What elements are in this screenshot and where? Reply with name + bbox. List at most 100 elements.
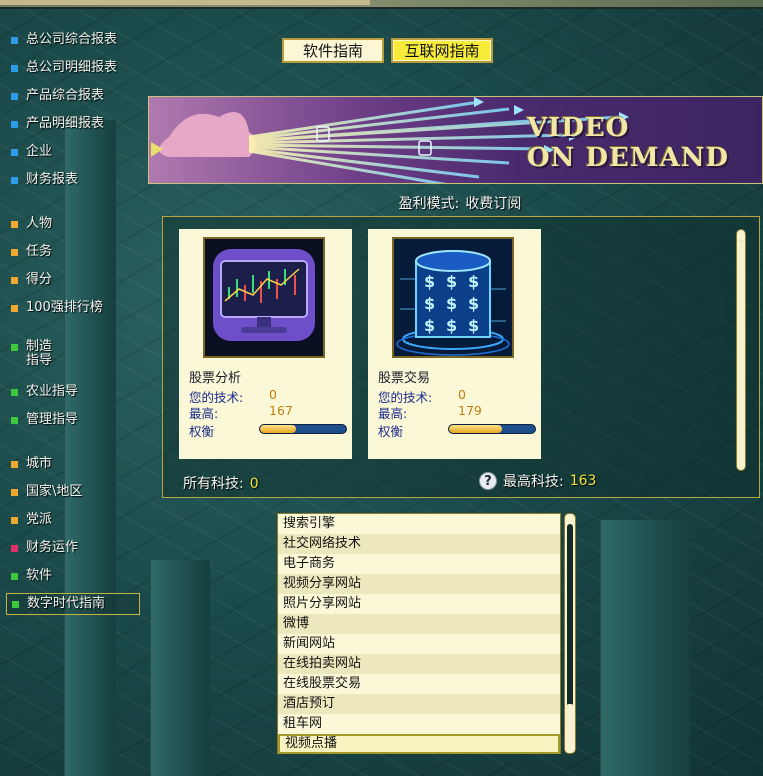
max-tech-total-value: 163 bbox=[569, 473, 597, 489]
bullet-icon bbox=[11, 416, 18, 424]
svg-text:$: $ bbox=[468, 294, 479, 313]
svg-text:$: $ bbox=[446, 294, 457, 313]
topic-item[interactable]: 视频点播 bbox=[278, 734, 560, 754]
bullet-icon bbox=[11, 304, 18, 312]
max-tech-value: 167 bbox=[269, 403, 293, 418]
svg-text:$: $ bbox=[468, 272, 479, 291]
sidebar-item[interactable]: 产品明细报表 bbox=[6, 113, 140, 135]
svg-text:$: $ bbox=[446, 272, 457, 291]
sidebar-item[interactable]: 国家\地区 bbox=[6, 481, 140, 503]
bullet-icon bbox=[11, 64, 18, 72]
scrollbar-thumb[interactable] bbox=[566, 704, 574, 744]
all-tech-value: 0 bbox=[249, 476, 259, 492]
max-tech-value: 179 bbox=[458, 403, 482, 418]
tech-card-stock-trading[interactable]: $ $ $ $ $ $ $ $ $ 股票交易 您的技术: 0 最高: 179 权衡 bbox=[368, 229, 541, 459]
max-tech-label: 最高: bbox=[189, 406, 219, 421]
sidebar-item[interactable]: 党派 bbox=[6, 509, 140, 531]
topic-item[interactable]: 租车网 bbox=[278, 714, 560, 734]
background-tower bbox=[600, 520, 690, 776]
tech-panel-scrollbar[interactable] bbox=[736, 229, 746, 471]
sidebar-item[interactable]: 农业指导 bbox=[6, 381, 140, 403]
topic-item[interactable]: 电子商务 bbox=[278, 554, 560, 574]
stock-analysis-monitor-icon bbox=[203, 237, 325, 358]
bullet-icon bbox=[11, 344, 18, 351]
max-tech-total-label: 最高科技: bbox=[503, 474, 564, 490]
sidebar-item[interactable]: 城市 bbox=[6, 453, 140, 475]
topic-list: 搜索引擎 社交网络技术 电子商务 视频分享网站 照片分享网站 微博 新闻网站 在线拍卖网站 在线… bbox=[277, 513, 561, 754]
stock-trading-server-icon: $ $ $ $ $ $ $ $ $ bbox=[392, 237, 514, 358]
sidebar-item[interactable]: 任务 bbox=[6, 241, 140, 263]
max-tech: ? 最高科技: 163 bbox=[479, 471, 596, 491]
sidebar-item[interactable]: 总公司明细报表 bbox=[6, 57, 140, 79]
sidebar-item[interactable]: 总公司综合报表 bbox=[6, 29, 140, 51]
background-tower bbox=[150, 560, 210, 776]
sidebar-item-label: 财务运作 bbox=[26, 540, 79, 555]
weight-slider[interactable] bbox=[448, 424, 536, 434]
topic-list-scrollbar[interactable] bbox=[564, 513, 576, 754]
svg-text:$: $ bbox=[424, 316, 435, 335]
bullet-icon bbox=[11, 248, 18, 256]
help-icon[interactable]: ? bbox=[479, 472, 497, 490]
bullet-icon bbox=[11, 388, 18, 396]
bullet-icon bbox=[11, 460, 18, 468]
topic-item[interactable]: 照片分享网站 bbox=[278, 594, 560, 614]
sidebar-item-label: 100强排行榜 bbox=[26, 300, 103, 315]
max-tech-label: 最高: bbox=[378, 406, 408, 421]
sidebar-item[interactable]: 企业 bbox=[6, 141, 140, 163]
topic-item[interactable]: 搜索引擎 bbox=[278, 514, 560, 534]
sidebar-item[interactable]: 财务运作 bbox=[6, 537, 140, 559]
topic-item[interactable]: 视频分享网站 bbox=[278, 574, 560, 594]
sidebar-item-label: 国家\地区 bbox=[26, 484, 83, 499]
tech-card-name: 股票交易 bbox=[378, 371, 431, 386]
all-tech: 所有科技: 0 bbox=[183, 473, 259, 493]
sidebar-item-label: 得分 bbox=[26, 272, 53, 287]
tech-card-name: 股票分析 bbox=[189, 371, 242, 386]
sidebar-item-label: 总公司明细报表 bbox=[26, 60, 118, 75]
sidebar-item-label: 人物 bbox=[26, 216, 53, 231]
topic-item[interactable]: 在线拍卖网站 bbox=[278, 654, 560, 674]
bullet-icon bbox=[11, 148, 18, 156]
sidebar-item[interactable]: 人物 bbox=[6, 213, 140, 235]
sidebar-item-label: 制造 指导 bbox=[26, 339, 53, 368]
sidebar-item[interactable]: 财务报表 bbox=[6, 169, 140, 191]
your-tech-value: 0 bbox=[269, 387, 277, 402]
weight-slider[interactable] bbox=[259, 424, 347, 434]
sidebar-item-label: 财务报表 bbox=[26, 172, 79, 187]
svg-text:$: $ bbox=[424, 272, 435, 291]
profit-mode-label: 盈利模式: bbox=[398, 196, 460, 212]
sidebar-item-label: 农业指导 bbox=[26, 384, 79, 399]
bullet-icon bbox=[11, 516, 18, 524]
banner-title-line1: VIDEO bbox=[527, 113, 630, 143]
profit-mode: 盈利模式: 收费订阅 bbox=[380, 193, 540, 213]
svg-text:$: $ bbox=[446, 316, 457, 335]
sidebar-item[interactable]: 产品综合报表 bbox=[6, 85, 140, 107]
topic-item[interactable]: 在线股票交易 bbox=[278, 674, 560, 694]
sidebar-item-label: 任务 bbox=[26, 244, 53, 259]
software-guide-button[interactable]: 软件指南 bbox=[282, 38, 384, 63]
topic-item[interactable]: 微博 bbox=[278, 614, 560, 634]
bullet-icon bbox=[11, 572, 18, 580]
topic-item[interactable]: 新闻网站 bbox=[278, 634, 560, 654]
weight-slider-fill bbox=[260, 425, 297, 433]
tech-card-stock-analysis[interactable]: 股票分析 您的技术: 0 最高: 167 权衡 bbox=[179, 229, 352, 459]
weight-label: 权衡 bbox=[378, 424, 404, 439]
weight-slider-fill bbox=[449, 425, 503, 433]
bullet-icon bbox=[11, 220, 18, 228]
cloud-icon bbox=[159, 112, 257, 157]
bullet-icon bbox=[12, 600, 19, 608]
scrollbar-thumb[interactable] bbox=[738, 240, 744, 462]
topic-item[interactable]: 社交网络技术 bbox=[278, 534, 560, 554]
topic-item[interactable]: 酒店预订 bbox=[278, 694, 560, 714]
internet-guide-button[interactable]: 互联网指南 bbox=[391, 38, 493, 63]
tech-panel: 股票分析 您的技术: 0 最高: 167 权衡 $ $ $ $ $ $ $ $ $ bbox=[162, 216, 760, 498]
sidebar-item[interactable]: 制造 指导 bbox=[6, 340, 140, 372]
sidebar-item[interactable]: 100强排行榜 bbox=[6, 297, 140, 319]
sidebar-item[interactable]: 管理指导 bbox=[6, 409, 140, 431]
sidebar-item[interactable]: 数字时代指南 bbox=[6, 593, 140, 615]
sidebar-item[interactable]: 得分 bbox=[6, 269, 140, 291]
bullet-icon bbox=[11, 92, 18, 100]
bullet-icon bbox=[11, 120, 18, 128]
sidebar-item-label: 企业 bbox=[26, 144, 53, 159]
sidebar-item[interactable]: 软件 bbox=[6, 565, 140, 587]
sidebar-item-label: 数字时代指南 bbox=[27, 596, 106, 611]
